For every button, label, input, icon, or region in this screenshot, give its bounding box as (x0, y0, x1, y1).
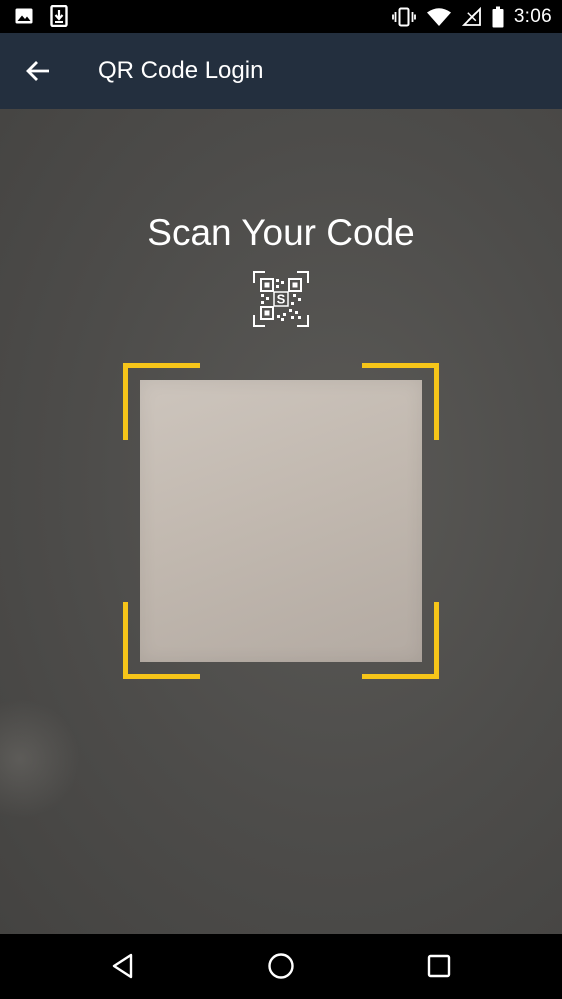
scan-frame-corner-bottom-left (123, 602, 200, 679)
camera-preview: Scan Your Code S (0, 109, 562, 934)
download-icon (50, 4, 68, 28)
status-time: 3:06 (513, 6, 552, 27)
status-bar: 3:06 (0, 0, 562, 33)
no-signal-icon (461, 6, 482, 27)
qr-badge-letter: S (277, 292, 286, 307)
nav-home-button[interactable] (261, 948, 301, 984)
qr-code-icon: S (253, 271, 309, 327)
scan-title: Scan Your Code (147, 212, 415, 253)
nav-home-icon (267, 952, 295, 980)
nav-back-icon (111, 953, 135, 979)
arrow-back-icon (25, 59, 51, 83)
scan-frame-corner-top-right (362, 363, 439, 440)
status-left-icons (14, 4, 68, 28)
scan-frame (123, 363, 439, 679)
back-button[interactable] (20, 53, 56, 89)
scan-frame-corner-top-left (123, 363, 200, 440)
battery-icon (492, 6, 504, 28)
status-right-icons: 3:06 (391, 4, 552, 30)
scan-frame-corner-bottom-right (362, 602, 439, 679)
nav-recents-icon (427, 954, 451, 978)
image-icon (14, 6, 34, 26)
vibrate-icon (391, 7, 416, 27)
wifi-icon (426, 7, 452, 27)
app-bar: QR Code Login (0, 33, 562, 109)
app-screen: 3:06 QR Code Login Scan Your Code S (0, 0, 562, 999)
nav-back-button[interactable] (103, 948, 143, 984)
system-nav-bar (0, 934, 562, 999)
nav-recents-button[interactable] (419, 948, 459, 984)
page-title: QR Code Login (98, 57, 264, 84)
camera-background-blur (0, 699, 80, 819)
